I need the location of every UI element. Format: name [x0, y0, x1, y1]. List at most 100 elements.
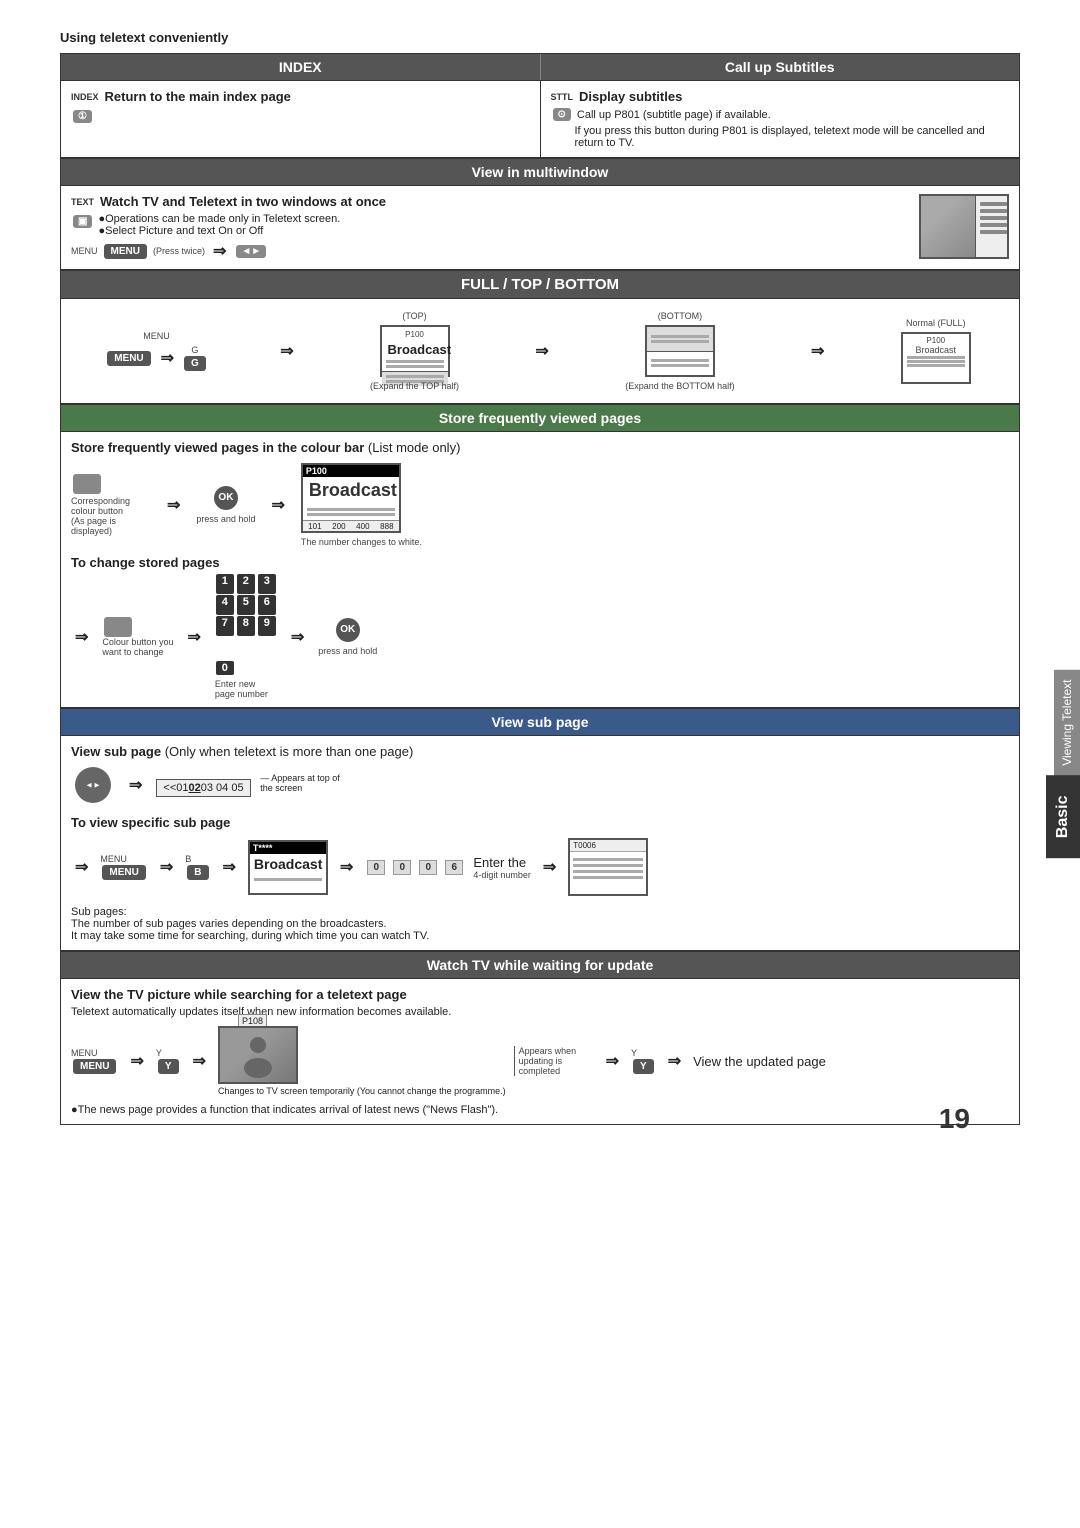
side-tab-top-text: Viewing Teletext	[1054, 670, 1080, 776]
fbt-bottom-label: (BOTTOM)	[625, 311, 734, 321]
num-7: 7	[216, 616, 234, 636]
store-content: Store frequently viewed pages in the col…	[60, 432, 1020, 708]
change-colour-btn	[104, 617, 132, 637]
arrow-mw: ⇒	[213, 241, 226, 261]
store-bar-101: 101	[308, 522, 321, 531]
index-label-small: INDEX	[71, 92, 99, 102]
watch-tv-heading: View the TV picture while searching for …	[71, 987, 1009, 1002]
multiwindow-heading: Watch TV and Teletext in two windows at …	[100, 194, 386, 209]
store-heading: Store frequently viewed pages in the col…	[71, 440, 364, 455]
press-twice-label: (Press twice)	[153, 246, 205, 256]
multiwindow-content: TEXT Watch TV and Teletext in two window…	[60, 186, 1020, 270]
view-updated-label: View the updated page	[693, 1054, 826, 1069]
watch-tv-content: View the TV picture while searching for …	[60, 979, 1020, 1125]
watch-arrow4: ⇒	[668, 1051, 681, 1071]
watch-tv-header: Watch TV while waiting for update	[60, 951, 1020, 979]
specific-arrow2: ⇒	[223, 857, 236, 877]
text-btn: ▣	[73, 215, 92, 228]
index-col-right: STTL Display subtitles ⊙ Call up P801 (s…	[541, 81, 1020, 157]
sttl-label: STTL	[551, 92, 574, 102]
change-arrow3: ⇒	[291, 627, 304, 647]
specific-b-btn: B	[187, 865, 208, 880]
fbt-p100-top: P100	[384, 329, 446, 340]
change-stored-heading: To change stored pages	[71, 555, 1009, 570]
fbt-arrow2: ⇒	[280, 341, 293, 361]
num-9: 9	[258, 616, 276, 636]
menu-btn-mw: MENU	[104, 244, 147, 259]
watch-arrow3: ⇒	[606, 1051, 619, 1071]
ok-btn2: OK	[336, 618, 360, 642]
index-section: INDEX Call up Subtitles INDEX Return to …	[60, 53, 1020, 158]
fbt-broadcast-full: Broadcast	[905, 345, 967, 355]
num-8: 8	[237, 616, 255, 636]
fbt-top-label: (TOP)	[370, 311, 459, 321]
num-5: 5	[237, 595, 255, 615]
index-content: INDEX Return to the main index page ① ST…	[60, 81, 1020, 158]
fbt-expand-top: (Expand the TOP half)	[370, 381, 459, 391]
specific-t-label: T****	[253, 843, 273, 853]
subpage-section: View sub page View sub page (Only when t…	[60, 708, 1020, 951]
page-number: 19	[939, 1103, 970, 1135]
sttl-heading: Display subtitles	[579, 89, 682, 104]
fbt-arrow3: ⇒	[535, 341, 548, 361]
subpage-content: View sub page (Only when teletext is mor…	[60, 736, 1020, 951]
subpage-condition: (Only when teletext is more than one pag…	[165, 744, 414, 759]
subpages-note: Sub pages: The number of sub pages varie…	[71, 906, 1009, 942]
enter-the: Enter the	[473, 855, 531, 870]
digit-6: 6	[445, 860, 463, 875]
colour-label: Correspondingcolour button(As page is di…	[71, 496, 151, 536]
colour-btn	[73, 474, 101, 494]
store-bar-400: 400	[356, 522, 369, 531]
fbt-full-diagram: Normal (FULL) P100 Broadcast	[901, 318, 971, 384]
fbt-expand-bottom: (Expand the BOTTOM half)	[625, 381, 734, 391]
fbt-header: FULL / TOP / BOTTOM	[60, 270, 1020, 299]
multiwindow-section: View in multiwindow TEXT Watch TV and Te…	[60, 158, 1020, 270]
specific-b-label: B	[185, 854, 210, 864]
store-p100: P100	[306, 466, 327, 476]
watch-arrow1: ⇒	[130, 1051, 143, 1071]
fbt-g-btn: G	[184, 356, 206, 371]
index-header-right: Call up Subtitles	[541, 54, 1020, 80]
num-3: 3	[258, 574, 276, 594]
nav-circle	[75, 767, 111, 803]
watch-y2-label: Y	[631, 1048, 656, 1058]
fbt-normal-label: Normal (FULL)	[901, 318, 971, 328]
watch-tv-image	[218, 1026, 298, 1084]
digit-0-2: 0	[393, 860, 411, 875]
news-flash-note: ●The news page provides a function that …	[71, 1104, 1009, 1116]
side-tab: Viewing Teletext Basic	[1046, 670, 1080, 859]
sttl-btn: ⊙	[553, 108, 571, 121]
appears-top-label: — Appears at top ofthe screen	[260, 773, 340, 793]
subpages-note1: Sub pages:	[71, 906, 1009, 918]
t0006-title: T0006	[570, 840, 646, 852]
store-list-mode: (List mode only)	[368, 440, 460, 455]
fbt-g-label: G	[182, 345, 208, 355]
press-hold2-label: press and hold	[318, 646, 377, 656]
sttl-desc2: If you press this button during P801 is …	[551, 125, 1010, 149]
fbt-content: MENU MENU ⇒ G G ⇒ (TOP)	[60, 299, 1020, 404]
specific-broadcast-box: T**** Broadcast	[248, 840, 328, 895]
watch-menu-label: MENU	[71, 1048, 118, 1058]
store-broadcast-text: Broadcast	[303, 477, 399, 504]
subpages-note3: It may take some time for searching, dur…	[71, 930, 1009, 942]
store-broadcast-box: P100 Broadcast 101 200 400 888	[301, 463, 401, 533]
num-0: 0	[216, 661, 234, 675]
t0006-box: T0006	[568, 838, 648, 896]
fbt-menu-label: MENU	[105, 331, 208, 341]
lr-btn: ◄►	[236, 245, 266, 258]
change-colour-label: Colour button youwant to change	[102, 637, 173, 657]
index-btn-circle: ①	[73, 110, 92, 123]
num-1: 1	[216, 574, 234, 594]
store-header: Store frequently viewed pages	[60, 404, 1020, 432]
enter-new-label: Enter newpage number	[215, 679, 277, 699]
subpage-indicator: <<01 02 03 04 05	[156, 779, 250, 797]
change-arrow2: ⇒	[187, 627, 200, 647]
text-label: TEXT	[71, 197, 94, 207]
watch-tv-desc: Teletext automatically updates itself wh…	[71, 1006, 1009, 1018]
store-arrow1: ⇒	[167, 495, 180, 515]
fbt-p100-full: P100	[905, 336, 967, 345]
index-col-left: INDEX Return to the main index page ①	[61, 81, 541, 157]
watch-tv-section: Watch TV while waiting for update View t…	[60, 951, 1020, 1125]
fbt-arrow4: ⇒	[811, 341, 824, 361]
side-tab-bottom-text: Basic	[1046, 776, 1080, 859]
